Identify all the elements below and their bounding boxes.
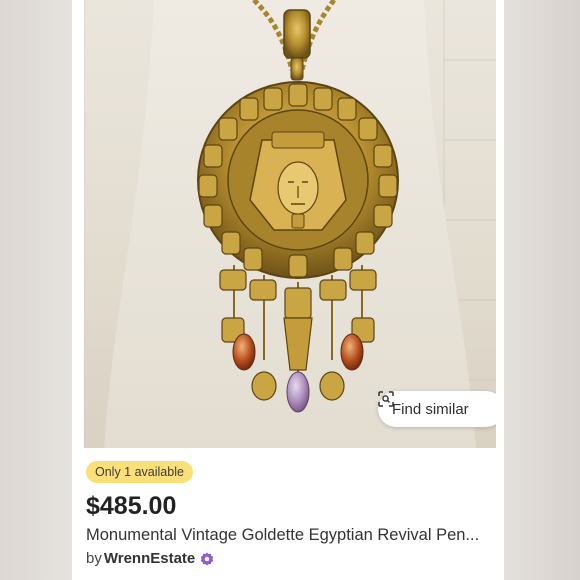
listing-title[interactable]: Monumental Vintage Goldette Egyptian Rev… [86, 526, 491, 545]
listing-card[interactable]: Find similar Only 1 available $485.00 Mo… [72, 0, 504, 580]
background-right [504, 0, 580, 580]
verified-seller-icon [200, 552, 214, 565]
find-similar-label: Find similar [392, 400, 469, 418]
find-similar-button[interactable]: Find similar [378, 391, 496, 427]
pendant-illustration [84, 0, 496, 448]
listing-price: $485.00 [86, 492, 177, 520]
seller-name[interactable]: WrennEstate [104, 550, 195, 567]
availability-badge: Only 1 available [86, 461, 193, 483]
background-left [0, 0, 72, 580]
seller-prefix: by [86, 550, 102, 567]
product-photo[interactable]: Find similar [84, 0, 496, 448]
visual-search-icon [378, 391, 394, 407]
seller-line[interactable]: by WrennEstate [86, 550, 214, 567]
